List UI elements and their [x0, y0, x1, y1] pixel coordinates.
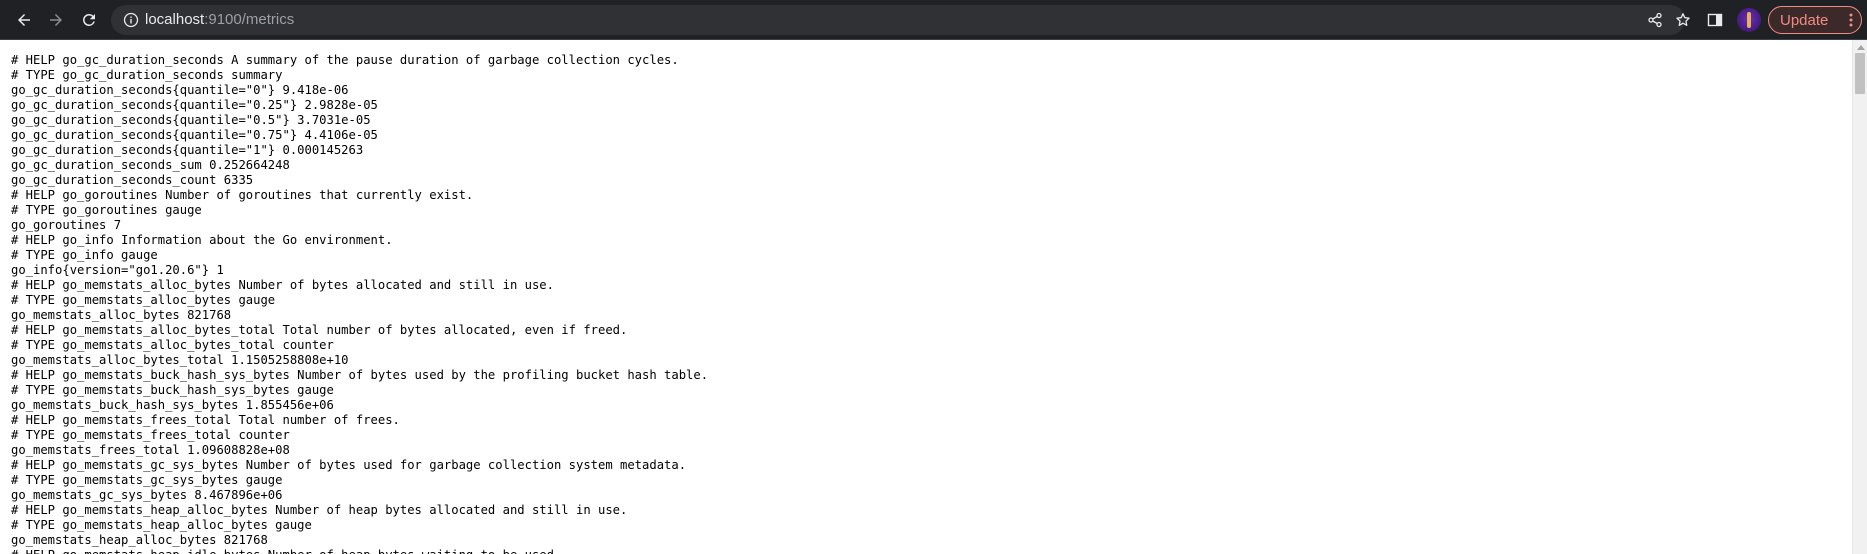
arrow-left-icon — [18, 14, 30, 26]
metric-line: # HELP go_memstats_alloc_bytes Number of… — [11, 278, 554, 292]
metric-line: # TYPE go_memstats_buck_hash_sys_bytes g… — [11, 383, 334, 397]
url-text[interactable]: localhost:9100/metrics — [145, 11, 294, 29]
metric-line: # HELP go_goroutines Number of goroutine… — [11, 188, 474, 202]
metric-line: # HELP go_memstats_alloc_bytes_total Tot… — [11, 323, 628, 337]
metric-line: # TYPE go_gc_duration_seconds summary — [11, 68, 283, 82]
vertical-dots-icon — [1849, 13, 1853, 27]
reload-button[interactable] — [77, 8, 101, 32]
vertical-scrollbar[interactable] — [1852, 40, 1867, 554]
metric-line: # HELP go_memstats_heap_alloc_bytes Numb… — [11, 503, 628, 517]
side-panel-icon — [1707, 13, 1723, 27]
profile-avatar[interactable] — [1737, 8, 1761, 32]
info-icon[interactable] — [123, 12, 139, 28]
update-button[interactable]: Update — [1768, 6, 1862, 34]
metric-line: # HELP go_memstats_gc_sys_bytes Number o… — [11, 458, 687, 472]
metric-line: # HELP go_gc_duration_seconds A summary … — [11, 53, 679, 67]
url-path: :9100/metrics — [204, 11, 295, 28]
scroll-up-arrow-icon[interactable] — [1857, 45, 1865, 50]
browser-toolbar: localhost:9100/metrics Update — [0, 0, 1867, 40]
metric-line: # TYPE go_goroutines gauge — [11, 203, 202, 217]
metric-line: go_gc_duration_seconds_sum 0.252664248 — [11, 158, 290, 172]
share-icon[interactable] — [1647, 12, 1663, 28]
page-content: # HELP go_gc_duration_seconds A summary … — [0, 40, 1852, 554]
metric-line: go_gc_duration_seconds{quantile="0.5"} 3… — [11, 113, 371, 127]
update-button-label: Update — [1780, 11, 1829, 29]
metric-line: # TYPE go_memstats_alloc_bytes gauge — [11, 293, 276, 307]
metric-line: # TYPE go_memstats_alloc_bytes_total cou… — [11, 338, 334, 352]
metric-line: go_gc_duration_seconds{quantile="1"} 0.0… — [11, 143, 364, 157]
metric-line: # TYPE go_memstats_heap_alloc_bytes gaug… — [11, 518, 312, 532]
metric-line: go_goroutines 7 — [11, 218, 122, 232]
metric-line: # TYPE go_memstats_frees_total counter — [11, 428, 290, 442]
metric-line: # TYPE go_info gauge — [11, 248, 158, 262]
metric-line: go_memstats_alloc_bytes_total 1.15052588… — [11, 353, 349, 367]
metric-line: # TYPE go_memstats_gc_sys_bytes gauge — [11, 473, 283, 487]
metric-line: go_memstats_gc_sys_bytes 8.467896e+06 — [11, 488, 283, 502]
metric-line: go_gc_duration_seconds{quantile="0.75"} … — [11, 128, 378, 142]
forward-button[interactable] — [44, 8, 68, 32]
metric-line: go_gc_duration_seconds{quantile="0"} 9.4… — [11, 83, 349, 97]
metric-line: go_gc_duration_seconds_count 6335 — [11, 173, 254, 187]
metric-line: go_memstats_alloc_bytes 821768 — [11, 308, 232, 322]
metric-line: # HELP go_memstats_frees_total Total num… — [11, 413, 400, 427]
metric-line: go_info{version="go1.20.6"} 1 — [11, 263, 224, 277]
arrow-right-icon — [50, 14, 62, 26]
metric-line: # HELP go_memstats_heap_idle_bytes Numbe… — [11, 548, 708, 554]
side-panel-button[interactable] — [1703, 8, 1727, 32]
metric-line: go_memstats_buck_hash_sys_bytes 1.855456… — [11, 398, 334, 412]
metric-line: go_memstats_heap_alloc_bytes 821768 — [11, 533, 268, 547]
reload-icon — [82, 13, 95, 26]
metric-line: go_gc_duration_seconds{quantile="0.25"} … — [11, 98, 378, 112]
metric-line: # HELP go_info Information about the Go … — [11, 233, 393, 247]
back-button[interactable] — [12, 8, 36, 32]
metric-line: go_memstats_frees_total 1.09608828e+08 — [11, 443, 290, 457]
scrollbar-thumb[interactable] — [1855, 53, 1865, 94]
metrics-text: # HELP go_gc_duration_seconds A summary … — [11, 53, 708, 554]
star-icon[interactable] — [1675, 12, 1691, 28]
metric-line: # HELP go_memstats_buck_hash_sys_bytes N… — [11, 368, 709, 382]
address-bar[interactable]: localhost:9100/metrics — [111, 5, 1690, 35]
url-host: localhost — [145, 11, 205, 28]
